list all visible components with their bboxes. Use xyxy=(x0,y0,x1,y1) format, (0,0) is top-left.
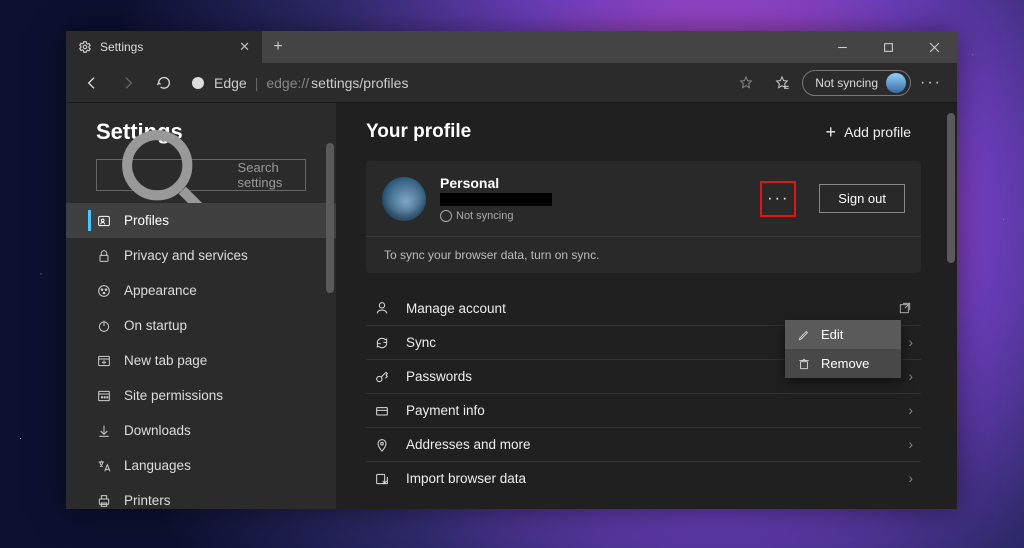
browser-window: Settings ✕ + Edge | edge://settings/prof… xyxy=(66,31,957,509)
minimize-button[interactable] xyxy=(819,31,865,63)
favorite-button[interactable] xyxy=(730,67,762,99)
appearance-icon xyxy=(96,283,112,299)
more-icon: ··· xyxy=(767,190,789,208)
window-controls xyxy=(819,31,957,63)
tab-settings[interactable]: Settings ✕ xyxy=(66,31,262,63)
lock-icon xyxy=(96,248,112,264)
profile-avatar xyxy=(382,177,426,221)
profile-more-button[interactable]: ··· xyxy=(761,182,795,216)
row-import[interactable]: Import browser data › xyxy=(366,461,921,495)
plus-icon: + xyxy=(826,122,837,143)
profiles-icon xyxy=(96,213,112,229)
browser-label: Edge xyxy=(214,75,247,91)
sync-hint: To sync your browser data, turn on sync. xyxy=(366,236,921,273)
row-addresses[interactable]: Addresses and more › xyxy=(366,427,921,461)
url-field[interactable]: Edge | edge://settings/profiles xyxy=(184,75,726,91)
sidebar-item-permissions[interactable]: Site permissions xyxy=(66,378,336,413)
add-profile-button[interactable]: + Add profile xyxy=(826,122,911,143)
sidebar-item-profiles[interactable]: Profiles xyxy=(66,203,336,238)
settings-sidebar: Settings Search settings Profiles Privac… xyxy=(66,103,336,509)
sidebar-item-printers[interactable]: Printers xyxy=(66,483,336,509)
redacted-email xyxy=(440,193,552,206)
search-placeholder: Search settings xyxy=(238,160,295,190)
address-bar: Edge | edge://settings/profiles Not sync… xyxy=(66,63,957,103)
chevron-right-icon: › xyxy=(909,369,914,384)
permissions-icon xyxy=(96,388,112,404)
page-title: Your profile xyxy=(366,121,471,143)
person-icon xyxy=(374,300,390,316)
import-icon xyxy=(374,471,390,487)
menu-item-remove[interactable]: Remove xyxy=(785,349,901,378)
key-icon xyxy=(374,369,390,385)
url-path: settings/profiles xyxy=(311,75,408,91)
profile-sync-status: Not syncing xyxy=(440,210,552,222)
sidebar-item-languages[interactable]: Languages xyxy=(66,448,336,483)
sidebar-item-newtab[interactable]: New tab page xyxy=(66,343,336,378)
sidebar-item-privacy[interactable]: Privacy and services xyxy=(66,238,336,273)
trash-icon xyxy=(797,357,811,371)
languages-icon xyxy=(96,458,112,474)
sidebar-scrollbar[interactable] xyxy=(326,143,334,293)
url-prefix: edge:// xyxy=(266,75,309,91)
edge-icon xyxy=(190,75,206,91)
profile-card: Personal Not syncing ··· Sign out To syn… xyxy=(366,161,921,273)
profile-name: Personal xyxy=(440,175,552,191)
menu-item-edit[interactable]: Edit xyxy=(785,320,901,349)
sidebar-item-startup[interactable]: On startup xyxy=(66,308,336,343)
maximize-button[interactable] xyxy=(865,31,911,63)
gear-icon xyxy=(78,40,92,54)
sidebar-nav: Profiles Privacy and services Appearance… xyxy=(66,203,336,509)
pin-icon xyxy=(374,437,390,453)
sign-out-button[interactable]: Sign out xyxy=(819,184,905,213)
back-button[interactable] xyxy=(76,67,108,99)
tab-label: Settings xyxy=(100,40,143,54)
chevron-right-icon: › xyxy=(909,471,914,486)
titlebar: Settings ✕ + xyxy=(66,31,957,63)
newtab-icon xyxy=(96,353,112,369)
favorites-list-button[interactable] xyxy=(766,67,798,99)
refresh-button[interactable] xyxy=(148,67,180,99)
pencil-icon xyxy=(797,328,811,342)
chevron-right-icon: › xyxy=(909,335,914,350)
close-window-button[interactable] xyxy=(911,31,957,63)
sync-icon xyxy=(374,335,390,351)
main-scrollbar[interactable] xyxy=(947,113,955,263)
card-icon xyxy=(374,403,390,419)
chevron-right-icon: › xyxy=(909,437,914,452)
forward-button[interactable] xyxy=(112,67,144,99)
app-menu-button[interactable]: ··· xyxy=(915,67,947,99)
sidebar-item-downloads[interactable]: Downloads xyxy=(66,413,336,448)
new-tab-button[interactable]: + xyxy=(262,31,294,63)
settings-main: Your profile + Add profile Personal Not … xyxy=(336,103,957,509)
chevron-right-icon: › xyxy=(909,403,914,418)
sidebar-item-appearance[interactable]: Appearance xyxy=(66,273,336,308)
power-icon xyxy=(96,318,112,334)
printer-icon xyxy=(96,493,112,509)
close-tab-icon[interactable]: ✕ xyxy=(239,39,250,55)
profile-sync-pill[interactable]: Not syncing xyxy=(802,70,911,96)
content-area: Settings Search settings Profiles Privac… xyxy=(66,103,957,509)
avatar-icon xyxy=(886,73,906,93)
profile-more-menu: Edit Remove xyxy=(785,320,901,378)
download-icon xyxy=(96,423,112,439)
search-input[interactable]: Search settings xyxy=(96,159,306,191)
open-external-icon xyxy=(897,300,913,316)
row-payment[interactable]: Payment info › xyxy=(366,393,921,427)
sync-state-label: Not syncing xyxy=(815,76,878,90)
